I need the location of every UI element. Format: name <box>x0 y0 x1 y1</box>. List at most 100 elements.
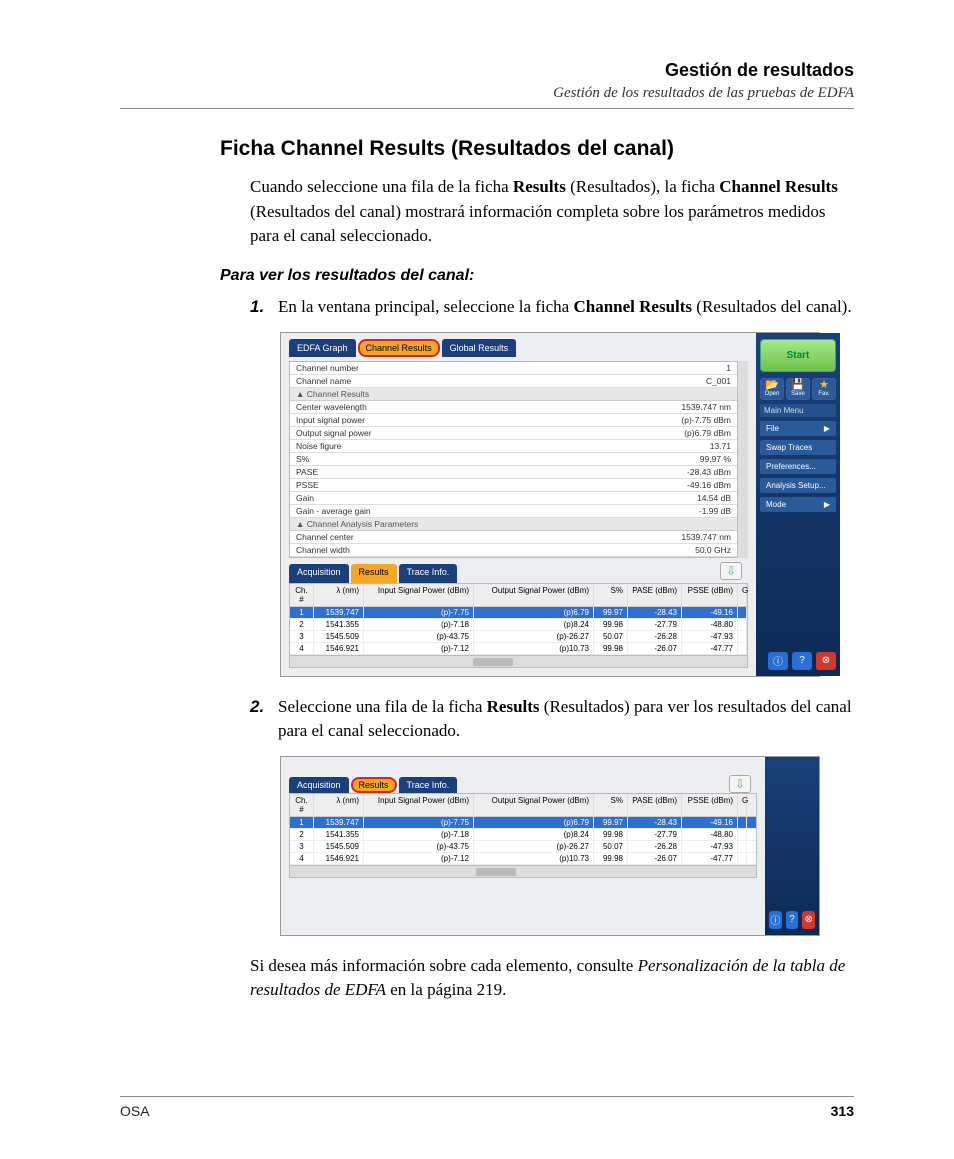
col-input-power[interactable]: Input Signal Power (dBm) <box>364 584 474 606</box>
col-psse[interactable]: PSSE (dBm) <box>682 794 738 816</box>
expand-down-button[interactable]: ⇩ <box>720 562 742 580</box>
results-table: Ch. # λ (nm) Input Signal Power (dBm) Ou… <box>289 793 757 878</box>
prop-value: C_001 <box>651 376 731 386</box>
cell: 99.97 <box>594 607 628 618</box>
closing-paragraph: Si desea más información sobre cada elem… <box>250 954 854 1003</box>
info-button[interactable]: ⓘ <box>768 652 788 670</box>
table-row[interactable]: 11539.747(p)-7.75(p)6.7999.97-28.43-49.1… <box>290 607 747 619</box>
tab-acquisition[interactable]: Acquisition <box>289 564 349 583</box>
disk-icon: 💾 <box>791 380 805 391</box>
col-psse[interactable]: PSSE (dBm) <box>682 584 738 606</box>
col-pase[interactable]: PASE (dBm) <box>628 584 682 606</box>
procedure-subheading: Para ver los resultados del canal: <box>220 267 854 285</box>
header-divider <box>120 108 854 109</box>
cell: -47.93 <box>682 841 738 852</box>
cell: (p)-43.75 <box>364 841 474 852</box>
col-output-power[interactable]: Output Signal Power (dBm) <box>474 794 594 816</box>
horizontal-scrollbar[interactable] <box>290 865 756 877</box>
save-button[interactable]: 💾Save <box>786 378 810 400</box>
prop-group-analysis-params[interactable]: ▲ Channel Analysis Parameters <box>290 518 737 531</box>
close-button[interactable]: ⊗ <box>802 911 815 929</box>
text: Seleccione una fila de la ficha <box>278 697 487 716</box>
col-ch[interactable]: Ch. # <box>290 794 314 816</box>
vertical-scrollbar[interactable] <box>738 361 748 558</box>
menu-analysis-setup[interactable]: Analysis Setup... <box>760 478 836 493</box>
col-wavelength[interactable]: λ (nm) <box>314 584 364 606</box>
prop-label: Noise figure <box>296 441 651 451</box>
step-number: 2. <box>250 695 278 744</box>
cell: (p)-7.12 <box>364 853 474 864</box>
menu-swap-traces[interactable]: Swap Traces <box>760 440 836 455</box>
table-row[interactable]: 31545.509(p)-43.75(p)-26.2750.07-26.28-4… <box>290 841 756 853</box>
menu-file[interactable]: File▶ <box>760 421 836 436</box>
cell: -47.77 <box>682 643 738 654</box>
channel-properties-table: Channel number1 Channel nameC_001 ▲ Chan… <box>289 361 738 558</box>
prop-value: -49.16 dBm <box>651 480 731 490</box>
info-button[interactable]: ⓘ <box>769 911 782 929</box>
tab-trace-info[interactable]: Trace Info. <box>399 777 458 793</box>
prop-value: 1 <box>651 363 731 373</box>
table-row[interactable]: 21541.355(p)-7.18(p)8.2499.98-27.79-48.8… <box>290 619 747 631</box>
table-row[interactable]: 11539.747(p)-7.75(p)6.7999.97-28.43-49.1… <box>290 817 756 829</box>
tab-acquisition[interactable]: Acquisition <box>289 777 349 793</box>
help-button[interactable]: ? <box>792 652 812 670</box>
horizontal-scrollbar[interactable] <box>290 655 747 667</box>
menu-text: Mode <box>766 500 786 509</box>
cell: 1546.921 <box>314 853 364 864</box>
section-heading: Ficha Channel Results (Resultados del ca… <box>220 137 854 161</box>
fav-button[interactable]: ★Fav. <box>812 378 836 400</box>
tab-results[interactable]: Results <box>351 777 397 793</box>
col-wavelength[interactable]: λ (nm) <box>314 794 364 816</box>
menu-preferences[interactable]: Preferences... <box>760 459 836 474</box>
tab-global-results[interactable]: Global Results <box>442 339 517 357</box>
cell: -48.80 <box>682 619 738 630</box>
footer-divider <box>120 1096 854 1097</box>
cell: 1 <box>290 607 314 618</box>
intro-paragraph: Cuando seleccione una fila de la ficha R… <box>250 175 854 249</box>
cell: (p)-26.27 <box>474 631 594 642</box>
col-g[interactable]: G <box>738 584 747 606</box>
prop-value: 99.97 % <box>651 454 731 464</box>
cell: (p)10.73 <box>474 643 594 654</box>
close-button[interactable]: ⊗ <box>816 652 836 670</box>
page-header-subtitle: Gestión de los resultados de las pruebas… <box>120 85 854 102</box>
open-button[interactable]: 📂Open <box>760 378 784 400</box>
table-row[interactable]: 41546.921(p)-7.12(p)10.7399.98-26.07-47.… <box>290 643 747 655</box>
prop-label: PASE <box>296 467 651 477</box>
cell: (p)6.79 <box>474 817 594 828</box>
tab-trace-info[interactable]: Trace Info. <box>399 564 458 583</box>
cell: 2 <box>290 619 314 630</box>
close-icon: ⊗ <box>822 655 830 666</box>
col-output-power[interactable]: Output Signal Power (dBm) <box>474 584 594 606</box>
col-s-percent[interactable]: S% <box>594 584 628 606</box>
col-ch[interactable]: Ch. # <box>290 584 314 606</box>
table-row[interactable]: 21541.355(p)-7.18(p)8.2499.98-27.79-48.8… <box>290 829 756 841</box>
page-header-title: Gestión de resultados <box>120 60 854 81</box>
cell: 1545.509 <box>314 841 364 852</box>
text: (Resultados), la ficha <box>566 177 719 196</box>
tab-edfa-graph[interactable]: EDFA Graph <box>289 339 356 357</box>
expand-down-button[interactable]: ⇩ <box>729 775 751 793</box>
bold-text: Results <box>487 697 540 716</box>
col-pase[interactable]: PASE (dBm) <box>628 794 682 816</box>
col-s-percent[interactable]: S% <box>594 794 628 816</box>
bold-text: Channel Results <box>573 297 692 316</box>
help-button[interactable]: ? <box>786 911 799 929</box>
prop-group-channel-results[interactable]: ▲ Channel Results <box>290 388 737 401</box>
col-input-power[interactable]: Input Signal Power (dBm) <box>364 794 474 816</box>
cell: -26.28 <box>628 631 682 642</box>
cell: -49.16 <box>682 607 738 618</box>
table-row[interactable]: 31545.509(p)-43.75(p)-26.2750.07-26.28-4… <box>290 631 747 643</box>
menu-mode[interactable]: Mode▶ <box>760 497 836 512</box>
prop-value: (p)-7.75 dBm <box>651 415 731 425</box>
cell: 99.98 <box>594 829 628 840</box>
tab-results[interactable]: Results <box>351 564 397 583</box>
tab-channel-results[interactable]: Channel Results <box>358 339 440 357</box>
results-table: Ch. # λ (nm) Input Signal Power (dBm) Ou… <box>289 583 748 668</box>
prop-value: 50.0 GHz <box>651 545 731 555</box>
cell: (p)-7.75 <box>364 817 474 828</box>
col-g[interactable]: G <box>738 794 747 816</box>
table-row[interactable]: 41546.921(p)-7.12(p)10.7399.98-26.07-47.… <box>290 853 756 865</box>
cell: -47.93 <box>682 631 738 642</box>
start-button[interactable]: Start <box>760 339 836 372</box>
